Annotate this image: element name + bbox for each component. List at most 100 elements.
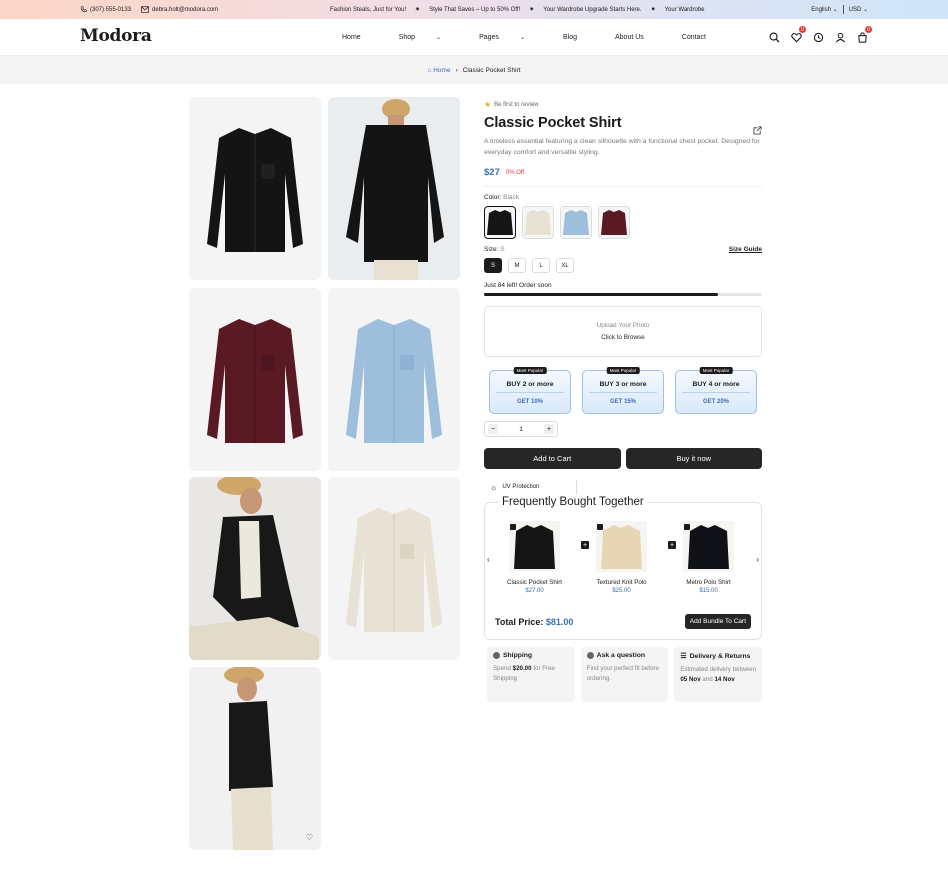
checkbox-checked-icon[interactable] [510,524,516,530]
language-value: English [811,7,831,13]
nav-label: Pages [479,34,499,41]
product-title: Classic Pocket Shirt [484,115,622,131]
review-link[interactable]: ★ Be first to review [484,100,762,109]
size-guide-link[interactable]: Size Guide [729,246,762,253]
product-image-model-sitting[interactable] [189,477,321,660]
fbt-product [514,525,555,569]
mail-icon [141,6,149,13]
fbt-item-price: $25.00 [612,588,631,594]
product-image-burgundy[interactable] [189,288,321,471]
bundle-offers: Most Popular BUY 2 or more GET 10% Most Po… [489,367,762,414]
fbt-item[interactable]: Metro Polo Shirt $15.00 [677,521,740,594]
discount-badge: 0% Off [505,169,525,176]
history-icon[interactable] [813,30,824,43]
feature-uv: ☼ UV Protection [490,480,577,494]
currency-select[interactable]: USD ⌄ [849,6,868,13]
bundle-title: BUY 4 or more [692,381,740,388]
color-swatch-black[interactable] [484,206,516,239]
list-icon: ☰ [680,653,687,660]
email-contact[interactable]: debra.holt@modora.com [141,6,218,13]
size-value: S [500,246,505,253]
chevron-down-icon: ⌄ [519,35,525,41]
phone-icon [80,6,87,13]
nav-home[interactable]: Home [342,34,380,41]
cart-count: 0 [865,26,872,33]
divider [842,5,844,14]
breadcrumb-home[interactable]: ⌂ Home [427,67,450,74]
announcement-text: Your Wardrobe [664,6,705,13]
size-option-s[interactable]: S [484,258,502,273]
cart-icon[interactable]: 0 [857,26,872,43]
card-title: Shipping [503,652,533,659]
card-text: Find your perfect fit before ordering. [586,665,659,682]
size-option-xl[interactable]: XL [556,258,574,273]
fbt-item-price: $15.00 [699,588,718,594]
bundle-offer[interactable]: Most Popular BUY 2 or more GET 10% [489,367,571,414]
fbt-product [688,525,729,569]
product-image-front[interactable] [189,97,321,280]
nav-pages[interactable]: Pages ⌄ [479,34,544,41]
bundle-offer[interactable]: Most Popular BUY 4 or more GET 20% [675,367,757,414]
buy-now-button[interactable]: Buy it now [625,448,762,469]
color-swatch-burgundy[interactable] [598,206,630,239]
nav-shop[interactable]: Shop ⌄ [399,34,460,41]
add-to-cart-button[interactable]: Add to Cart [484,448,621,469]
photo-upload[interactable]: Upload Your Photo Click to Browse [484,306,762,357]
truck-icon [493,652,500,659]
stock-progress-fill [484,293,718,296]
card-amount: $20.00 [512,665,532,672]
fbt-item[interactable]: Textured Knit Polo $25.00 [590,521,653,594]
add-bundle-button[interactable]: Add Bundle To Cart [684,614,751,629]
color-swatch-blue[interactable] [560,206,592,239]
bundle-discount: GET 15% [609,399,636,405]
product-image-back-model[interactable] [328,97,460,280]
color-label-text: Color: [484,194,502,201]
fbt-item-name: Classic Pocket Shirt [506,579,563,586]
bundle-tag: Most Popular [513,367,547,374]
breadcrumb: ⌂ Home › Classic Pocket Shirt [0,56,948,84]
language-select[interactable]: English ⌄ [811,6,837,13]
product-image-cream[interactable] [328,477,460,660]
bundle-tag: Most Popular [606,367,640,374]
checkbox-checked-icon[interactable] [684,524,690,530]
bundle-discount: GET 20% [702,399,729,405]
logo[interactable]: Modora [80,26,152,46]
quantity-value[interactable]: 1 [519,426,523,433]
ask-question-card[interactable]: Ask a question Find your perfect fit bef… [580,647,669,702]
breadcrumb-home-label: Home [433,66,451,74]
decrease-button[interactable]: − [488,424,498,434]
bundle-offer[interactable]: Most Popular BUY 3 or more GET 15% [582,367,664,414]
product-image-model-side[interactable]: ♡ [189,667,321,850]
bundle-title: BUY 2 or more [506,381,554,388]
account-icon[interactable] [835,30,846,43]
heart-icon[interactable]: ♡ [306,833,313,842]
delivery-from: 05 Nov [680,676,701,683]
fbt-item[interactable]: Classic Pocket Shirt $27.00 [503,521,566,594]
sparkle-icon: ✷ [415,7,421,13]
search-icon[interactable] [769,30,780,43]
phone-number: (307) 555-0133 [90,6,132,13]
phone-contact[interactable]: (307) 555-0133 [80,6,131,13]
size-option-l[interactable]: L [532,258,550,273]
swatch-shirt [563,210,589,235]
swatch-shirt [525,210,551,235]
wishlist-icon[interactable]: 0 [791,26,806,43]
size-option-m[interactable]: M [508,258,526,273]
nav-about[interactable]: About Us [615,34,663,41]
upload-title: Upload Your Photo [596,322,650,329]
swatch-shirt [487,210,513,235]
color-swatch-cream[interactable] [522,206,554,239]
checkbox-checked-icon[interactable] [597,524,603,530]
upload-action: Click to Browse [601,334,645,341]
fbt-item-image [596,521,647,572]
nav-contact[interactable]: Contact [682,34,725,41]
product-image-blue[interactable] [328,288,460,471]
share-icon[interactable] [753,122,762,135]
nav-label: Blog [562,34,577,41]
announcement-text: Fashion Steals, Just for You! [330,6,407,13]
nav-blog[interactable]: Blog [563,34,596,41]
color-swatches [484,206,762,239]
chevron-left-icon[interactable]: ‹ [487,555,490,564]
increase-button[interactable]: + [544,424,554,434]
product-info: ★ Be first to review Classic Pocket Shirt… [484,100,763,702]
